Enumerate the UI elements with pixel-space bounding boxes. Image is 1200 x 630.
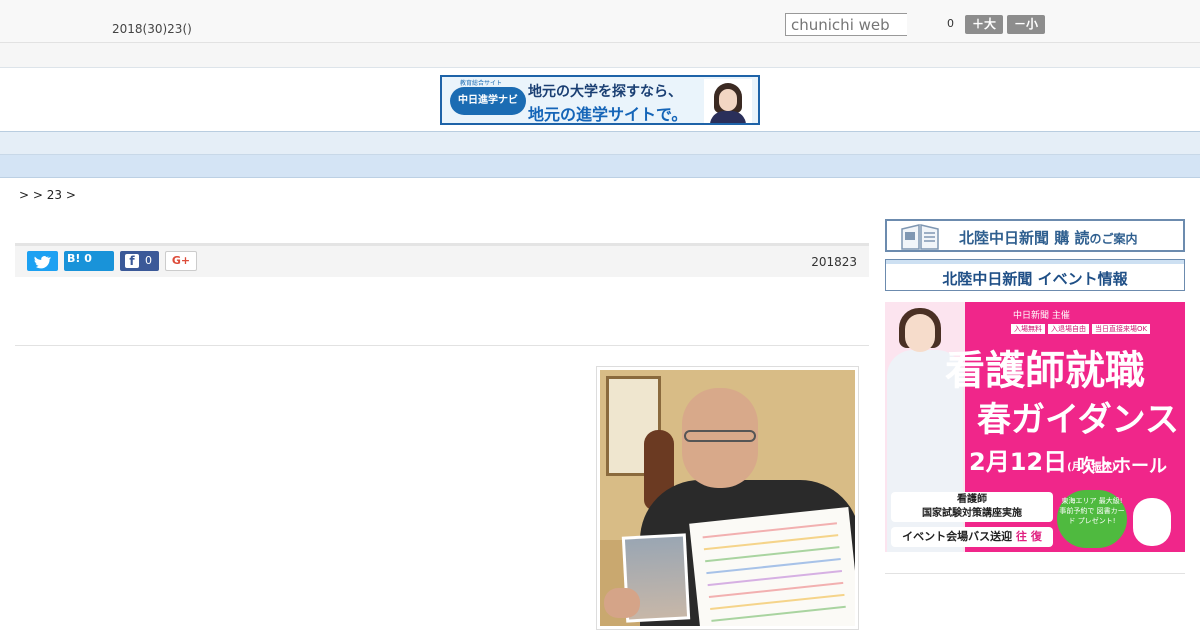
facebook-icon: f bbox=[125, 254, 139, 268]
header-strip bbox=[0, 43, 1200, 68]
article-photo bbox=[596, 366, 859, 630]
gplus-share-button[interactable]: G+ bbox=[165, 251, 197, 271]
share-bar: B! 0 f 0 G+ 201823 bbox=[15, 243, 869, 277]
subscription-link[interactable]: 北陸中日新聞 購 読のご案内 bbox=[885, 219, 1185, 252]
font-size-indicator: 0 bbox=[947, 17, 954, 30]
banner-logo-caption: 教育総合サイト bbox=[460, 80, 503, 87]
event-info-label: 北陸中日新聞 イベント情報 bbox=[942, 270, 1128, 288]
facebook-count: 0 bbox=[145, 254, 152, 267]
article-date: 201823 bbox=[811, 255, 857, 269]
newspaper-icon bbox=[901, 224, 939, 250]
sidebar-divider bbox=[885, 573, 1185, 574]
main-nav bbox=[0, 131, 1200, 155]
banner-model-image bbox=[704, 79, 752, 123]
facebook-share-button[interactable]: f 0 bbox=[120, 251, 159, 271]
hatena-count: B! 0 bbox=[67, 252, 92, 265]
ad-venue: 吹上ホール bbox=[1077, 456, 1167, 477]
breadcrumb: > > 23 > bbox=[19, 188, 76, 202]
ad-mascot-image bbox=[1133, 498, 1171, 546]
font-smaller-button[interactable]: －小 bbox=[1007, 15, 1045, 34]
ad-title-2: 春ガイダンス bbox=[977, 400, 1179, 440]
twitter-share-button[interactable] bbox=[27, 251, 58, 271]
shingaku-navi-banner[interactable]: 教育総合サイト 中日進学ナビ 地元の大学を探すなら、 地元の進学サイトで。 bbox=[440, 75, 760, 125]
banner-logo: 中日進学ナビ bbox=[450, 87, 526, 115]
content-divider bbox=[15, 345, 869, 346]
sub-nav bbox=[0, 155, 1200, 178]
ad-bus-box: イベント会場バス送迎 往 復 bbox=[891, 527, 1053, 547]
ad-tags: 入場無料 入退場自由 当日直接来場OK bbox=[1011, 324, 1153, 334]
banner-line2: 地元の進学サイトで。 bbox=[528, 105, 688, 124]
hatena-bookmark-button[interactable]: B! 0 bbox=[64, 251, 114, 271]
nurse-guidance-ad[interactable]: 中日新聞 主催 入場無料 入退場自由 当日直接来場OK 看護師就職 春ガイダンス 2… bbox=[885, 302, 1185, 552]
ad-sponsor: 中日新聞 主催 bbox=[1013, 311, 1070, 321]
subscription-label: 北陸中日新聞 購 読のご案内 bbox=[959, 229, 1138, 247]
top-utility-bar: 2018(30)23() 0 ＋大 －小 bbox=[0, 0, 1200, 43]
ad-campaign-badge: 東海エリア 最大級! 事前予約で 図書カード プレゼント! bbox=[1057, 490, 1127, 548]
twitter-icon bbox=[34, 256, 52, 269]
search-input[interactable] bbox=[785, 13, 907, 36]
banner-line1: 地元の大学を探すなら、 bbox=[528, 84, 682, 100]
font-bigger-button[interactable]: ＋大 bbox=[965, 15, 1003, 34]
ad-exam-box: 看護師 国家試験対策講座実施 bbox=[891, 492, 1053, 522]
current-date: 2018(30)23() bbox=[112, 22, 192, 36]
ad-title-1: 看護師就職 bbox=[945, 348, 1145, 394]
event-info-link[interactable]: 北陸中日新聞 イベント情報 bbox=[885, 259, 1185, 291]
